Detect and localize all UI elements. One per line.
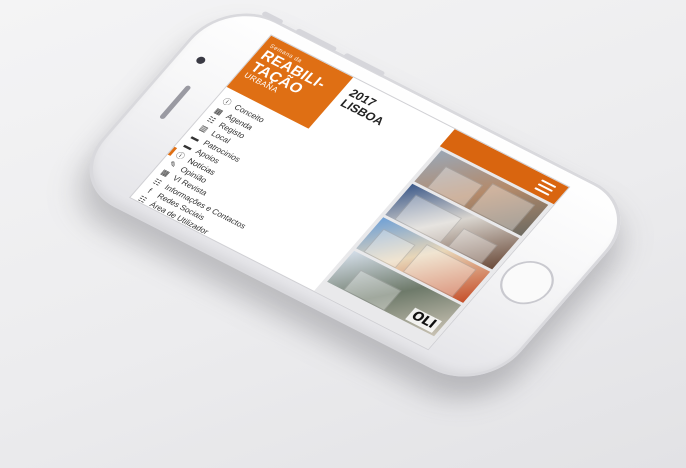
hamburger-menu-icon[interactable]	[534, 179, 557, 196]
scene: Semana da REABILI- TAÇÃO URBANA 2017 LIS…	[0, 0, 686, 468]
building-shape	[343, 269, 402, 311]
phone-device: Semana da REABILI- TAÇÃO URBANA 2017 LIS…	[54, 0, 646, 419]
oli-logo: OLI	[404, 307, 442, 333]
